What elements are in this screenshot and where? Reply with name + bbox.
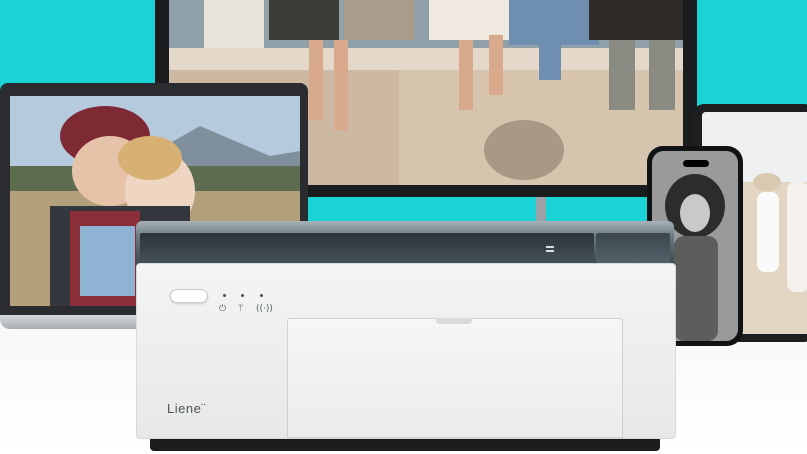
- photo-printer: ⏻ ᛘ ((·)) Liene¨: [136, 263, 676, 439]
- printer-indicator-line: [546, 246, 554, 248]
- nfc-icon: ((·)): [256, 304, 273, 314]
- power-icon: ⏻: [219, 304, 227, 314]
- paper-tray[interactable]: [287, 318, 623, 438]
- product-scene: ⏻ ᛘ ((·)) Liene¨: [0, 0, 807, 454]
- laptop-base: [0, 315, 150, 329]
- printer-top-panel: [596, 233, 670, 264]
- printer-top-window: [140, 233, 594, 264]
- status-led: [241, 294, 244, 297]
- tray-handle[interactable]: [436, 318, 472, 324]
- monitor-stand: [536, 197, 546, 221]
- printer-power-button[interactable]: [170, 289, 208, 303]
- status-led: [260, 294, 263, 297]
- printer-indicator-line: [546, 250, 554, 252]
- brand-logo: Liene¨: [167, 401, 207, 416]
- printer-top-cover: [136, 221, 674, 267]
- phone-notch: [683, 160, 709, 167]
- wifi-icon: ᛘ: [238, 304, 244, 314]
- status-led: [223, 294, 226, 297]
